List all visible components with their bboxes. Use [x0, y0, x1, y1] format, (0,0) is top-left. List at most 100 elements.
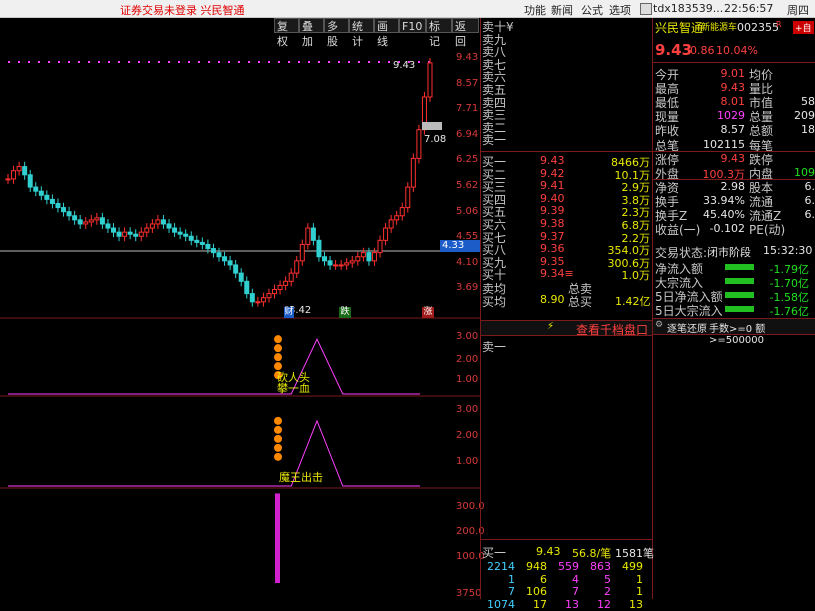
view-depth-button[interactable]: 查看千档盘口	[576, 321, 648, 338]
stock-concept[interactable]: 新能源车	[701, 20, 737, 33]
candle	[227, 260, 233, 266]
quote-panel: 兴民智通 新能源车 002355 R +自 9.43 0.86 10.04% 今…	[653, 18, 815, 599]
candle	[22, 166, 28, 176]
top-dot	[268, 61, 270, 63]
top-dot	[288, 61, 290, 63]
user-icon[interactable]	[640, 3, 652, 15]
tick-title[interactable]: 逐笔还原	[667, 320, 707, 335]
candle	[222, 256, 228, 262]
stock-tag: R	[776, 20, 782, 29]
user-id[interactable]: tdx183539...	[653, 2, 723, 15]
add-favorite-button[interactable]: +自	[793, 21, 814, 34]
quote-value: 8.57	[720, 123, 746, 137]
top-dot	[328, 61, 330, 63]
quote-value: 209	[794, 109, 815, 123]
ind1-axis-1: 1.00	[456, 374, 479, 385]
ind1-axis-3: 3.00	[456, 331, 479, 342]
buy-level-price[interactable]: 9.35	[540, 255, 565, 268]
tick-header: ⚙ 逐笔还原 手数>=0 额>=500000	[653, 318, 815, 346]
candle	[388, 219, 394, 229]
top-dot	[248, 61, 250, 63]
kline-chart[interactable]	[0, 18, 480, 599]
quote-value: 58	[801, 95, 815, 109]
candle	[66, 211, 72, 217]
top-dot	[188, 61, 190, 63]
chart-area[interactable]: 复权 叠加 多股 统计 画线 F10 标记 返回 9.43 7.08 4.33 …	[0, 18, 485, 599]
avg-buy-label: 买均	[482, 295, 507, 309]
volume-bar	[275, 493, 280, 583]
menu-options[interactable]: 选项	[609, 2, 631, 18]
stock-name[interactable]: 兴民智通	[655, 19, 703, 36]
sell-buy-divider	[481, 151, 652, 152]
bottom-buy1-price: 9.43	[536, 545, 561, 558]
stock-code: 002355	[737, 21, 779, 34]
flow-bar	[725, 306, 754, 312]
candle	[61, 207, 67, 213]
top-dot	[118, 61, 120, 63]
buy-level-price[interactable]: 9.43	[540, 154, 565, 167]
buy-level-price[interactable]: 9.36	[540, 242, 565, 255]
menu-news[interactable]: 新闻	[551, 2, 573, 18]
candle	[210, 248, 216, 254]
candle	[377, 239, 383, 254]
buy-level-price[interactable]: 9.38	[540, 217, 565, 230]
finance-badge[interactable]: 财	[284, 307, 294, 318]
tick-queue-cell: 2214	[487, 560, 515, 573]
candle	[44, 194, 50, 200]
drop-badge[interactable]: 跌	[339, 307, 351, 318]
candle	[72, 215, 78, 221]
quote-value: 18	[801, 123, 815, 137]
total-buy-label: 总买	[568, 295, 593, 309]
top-dot	[88, 61, 90, 63]
login-warning[interactable]: 证券交易未登录 兴民智通	[120, 2, 245, 18]
buy-level-price[interactable]: 9.42	[540, 167, 565, 180]
ind2-axis-2: 2.00	[456, 430, 479, 441]
top-dot	[208, 61, 210, 63]
price-axis-label: 4.10	[456, 256, 479, 268]
bottom-buy1-lot: 56.8/笔	[572, 547, 612, 560]
price-axis-label: 5.62	[456, 180, 479, 191]
settings-icon[interactable]: ⚙	[655, 320, 663, 330]
high-label: 9.43	[393, 60, 416, 71]
ind1-line-marker	[274, 335, 282, 344]
buy-level-price[interactable]: 9.34≡	[540, 267, 574, 280]
candle	[294, 260, 300, 274]
rise-badge[interactable]: 涨	[422, 307, 434, 318]
quote-divider-1	[653, 62, 815, 63]
candle	[288, 272, 294, 282]
candle	[5, 178, 11, 181]
view-depth-icon: ⚡	[547, 321, 555, 332]
ind2-line	[8, 419, 420, 487]
buy-level-price[interactable]: 9.40	[540, 192, 565, 205]
top-dot	[338, 61, 340, 63]
candle	[116, 231, 122, 237]
candle	[371, 252, 377, 262]
quote-value: 2.98	[720, 179, 746, 193]
buy-level-price[interactable]: 9.39	[540, 204, 565, 217]
ind2-line-marker	[274, 416, 282, 425]
quote-value: 8.01	[720, 95, 746, 109]
top-dot	[128, 61, 130, 63]
top-dot	[218, 61, 220, 63]
menu-function[interactable]: 功能	[524, 2, 546, 18]
tick-filter[interactable]: 手数>=0 额>=500000	[709, 320, 815, 346]
menu-formula[interactable]: 公式	[581, 2, 603, 18]
candle	[199, 241, 205, 245]
buy-level-price[interactable]: 9.37	[540, 230, 565, 243]
tick-queue-cell: 1074	[487, 597, 515, 611]
price-axis-label: 4.55	[456, 231, 479, 243]
buy-level-price[interactable]: 9.41	[540, 179, 565, 192]
candle	[410, 157, 416, 188]
quote-value: 9.43	[720, 151, 746, 165]
buy-level-volume: 1.0万	[621, 269, 651, 283]
candle	[366, 252, 372, 262]
candle	[260, 297, 266, 303]
top-dot	[68, 61, 70, 63]
trade-status-label: 交易状态:	[655, 246, 708, 260]
ind1-line	[8, 337, 420, 395]
tick-queue-cell: 2	[604, 585, 611, 598]
candle	[427, 62, 433, 98]
candle	[99, 217, 105, 225]
candle	[360, 252, 366, 258]
ind1-line-marker	[274, 344, 282, 353]
